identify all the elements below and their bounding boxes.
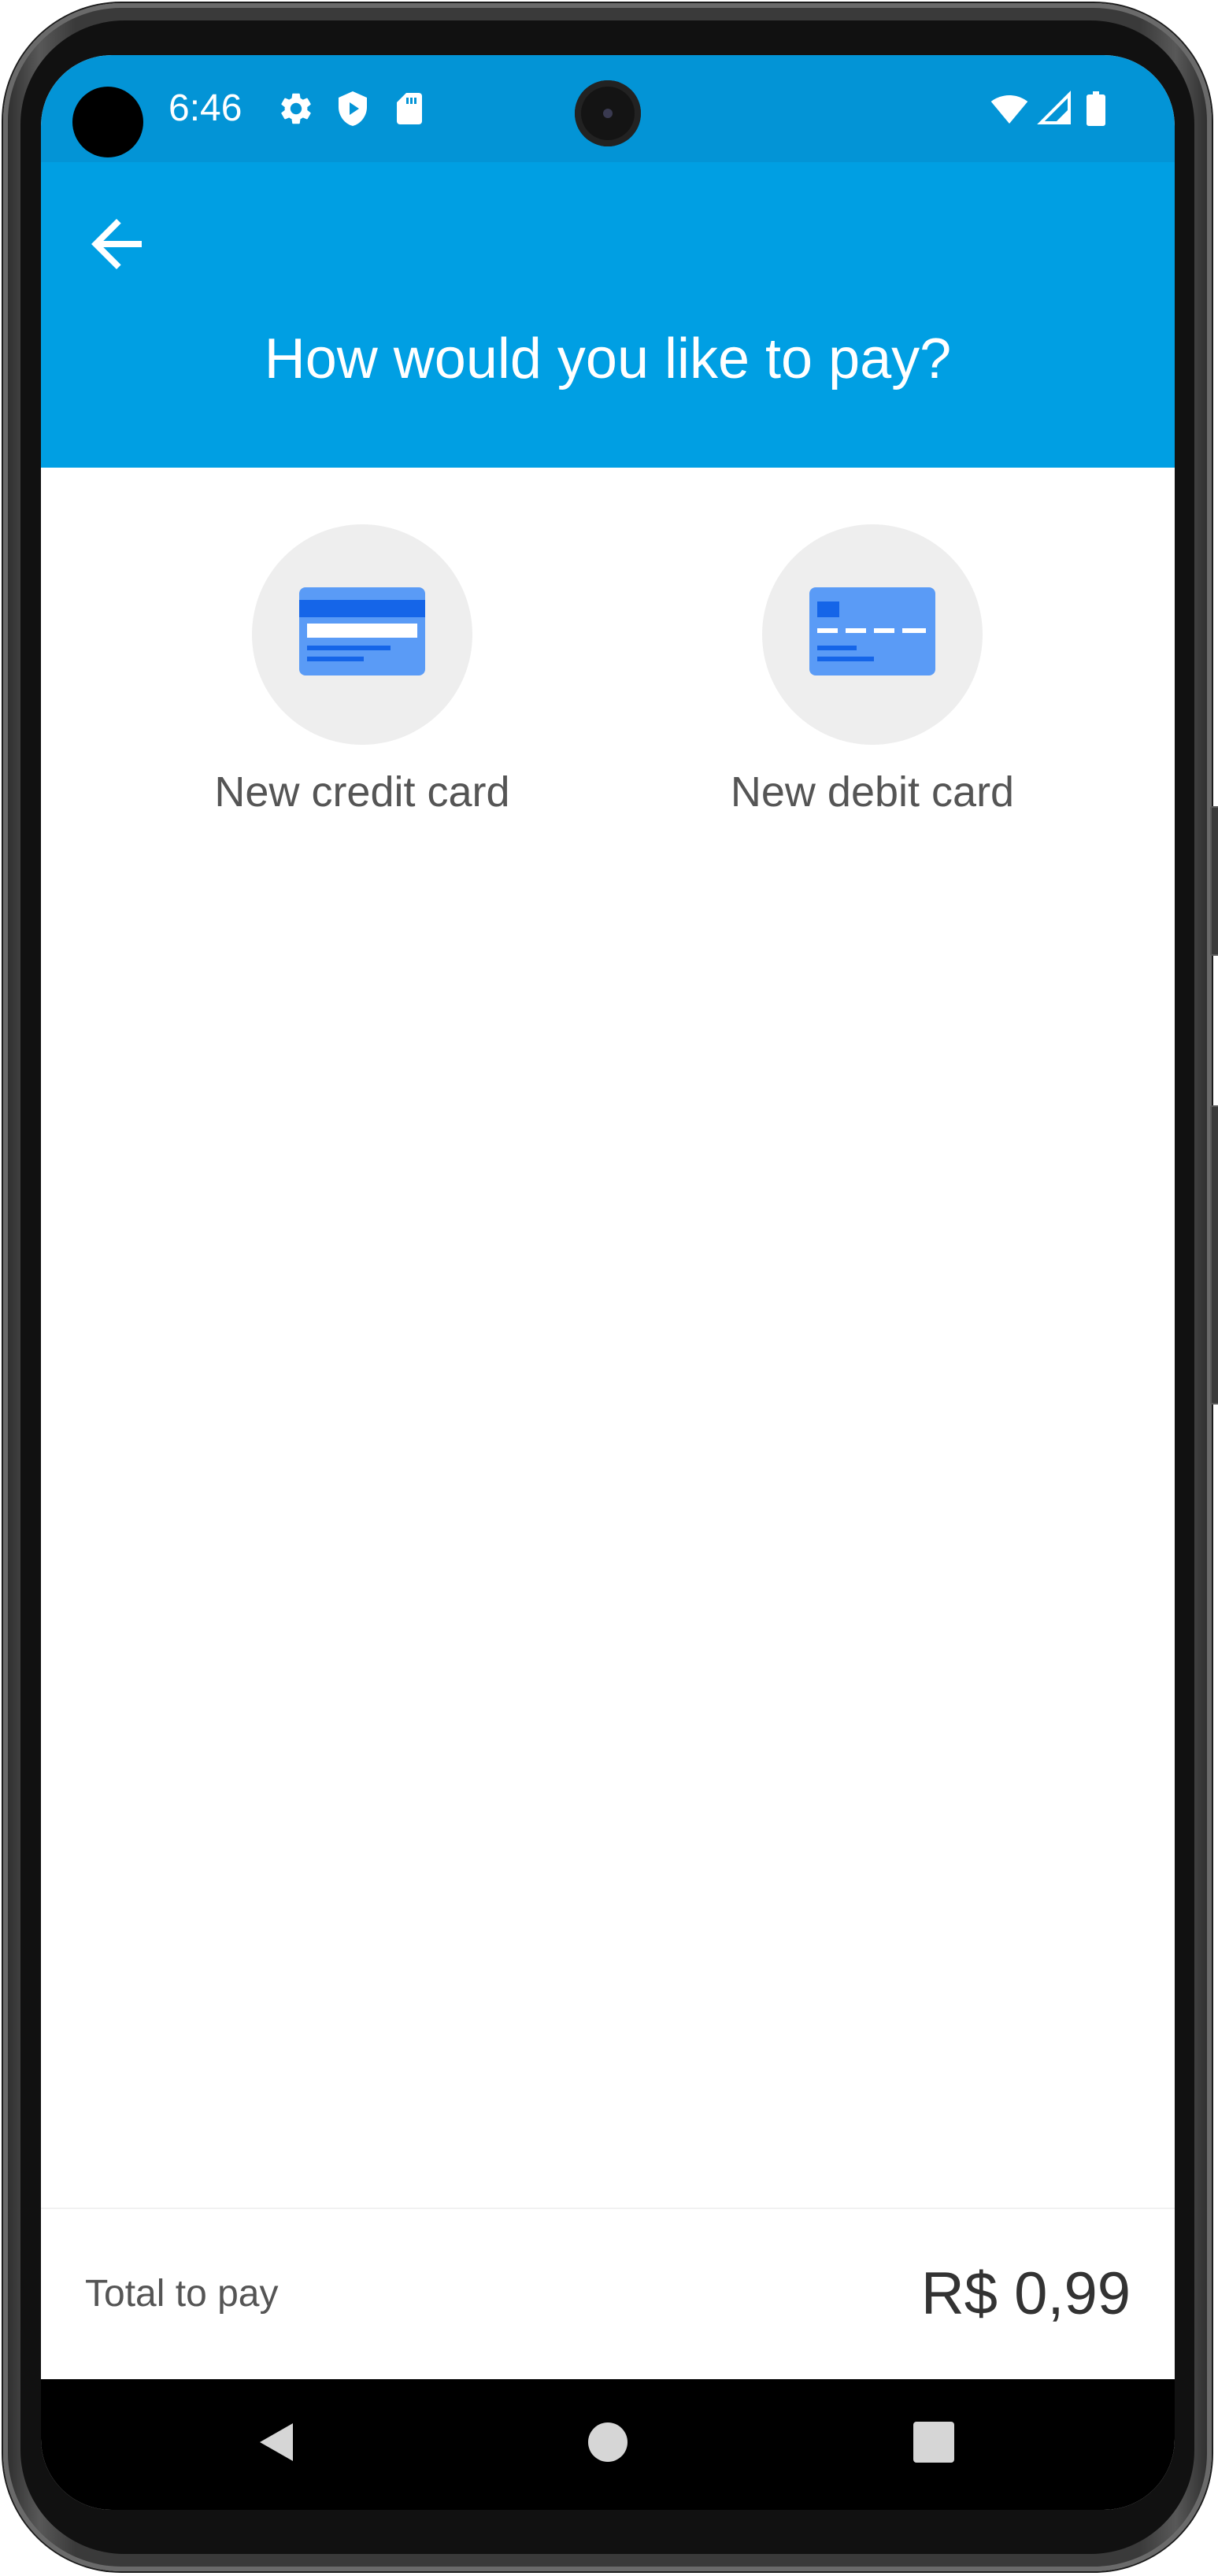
front-camera [575, 80, 641, 146]
power-button [1210, 1105, 1218, 1405]
phone-frame: 6:46 How would you like to pay? New cred… [3, 3, 1218, 2571]
new-debit-card-option[interactable]: New debit card [668, 524, 1077, 817]
back-button[interactable] [79, 206, 154, 282]
navigation-bar [41, 2379, 1175, 2510]
credit-card-icon [299, 587, 425, 675]
back-triangle-icon[interactable] [254, 2419, 301, 2466]
gear-icon [281, 93, 311, 124]
screen: 6:46 How would you like to pay? New cred… [41, 55, 1175, 2510]
debit-card-icon-circle [762, 524, 983, 745]
new-debit-card-label: New debit card [730, 768, 1015, 816]
shield-play-icon [339, 91, 367, 126]
status-time: 6:46 [168, 87, 242, 129]
app-bar: How would you like to pay? [41, 162, 1175, 468]
arrow-left-icon [91, 219, 142, 269]
battery-icon [1087, 91, 1105, 126]
wifi-icon [990, 95, 1028, 124]
status-bar: 6:46 [41, 55, 1175, 162]
total-value: R$ 0,99 [920, 2260, 1131, 2327]
new-credit-card-option[interactable]: New credit card [157, 524, 567, 817]
recents-square-icon[interactable] [910, 2419, 957, 2466]
status-camera-dot [72, 87, 143, 157]
total-label: Total to pay [85, 2273, 279, 2315]
debit-card-icon [809, 587, 935, 675]
page-title: How would you like to pay? [264, 328, 952, 390]
total-footer: Total to pay R$ 0,99 [41, 2208, 1175, 2381]
new-credit-card-label: New credit card [214, 768, 510, 816]
credit-card-icon-circle [252, 524, 472, 745]
sd-card-icon [397, 93, 422, 124]
volume-button [1210, 806, 1218, 956]
home-circle-icon[interactable] [584, 2419, 631, 2466]
signal-icon [1037, 91, 1071, 124]
